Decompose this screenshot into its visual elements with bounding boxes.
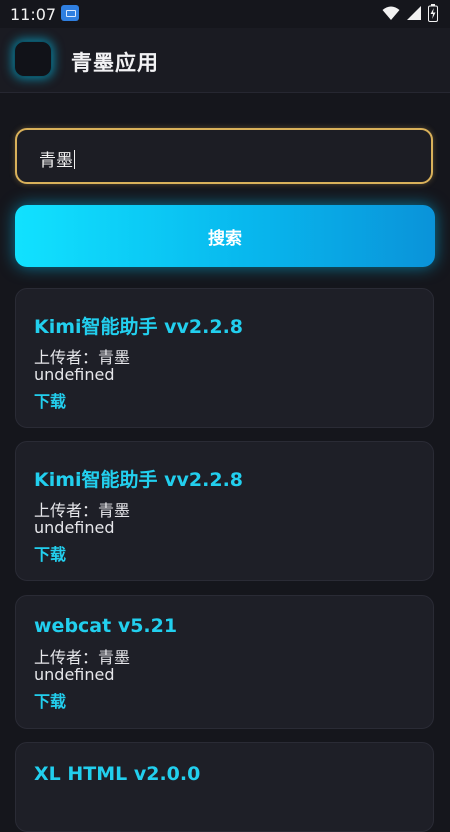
status-bar: 11:07 bbox=[0, 0, 450, 28]
notification-icon bbox=[61, 5, 79, 21]
result-title: Kimi智能助手 vv2.2.8 bbox=[34, 469, 244, 491]
text-caret bbox=[74, 150, 75, 169]
download-link[interactable]: 下载 bbox=[34, 688, 66, 712]
app-logo-icon bbox=[14, 41, 52, 77]
download-link[interactable]: 下载 bbox=[34, 388, 66, 412]
result-title: webcat v5.21 bbox=[34, 615, 178, 637]
app-bar: 青墨应用 bbox=[0, 28, 450, 93]
search-button[interactable]: 搜索 bbox=[15, 205, 435, 267]
battery-icon bbox=[428, 4, 438, 22]
search-button-label: 搜索 bbox=[208, 228, 242, 249]
download-link[interactable]: 下载 bbox=[34, 541, 66, 565]
result-description: undefined bbox=[34, 518, 115, 537]
result-description: undefined bbox=[34, 665, 115, 684]
result-title: XL HTML v2.0.0 bbox=[34, 763, 201, 785]
signal-icon bbox=[407, 6, 421, 20]
app-title: 青墨应用 bbox=[71, 51, 159, 75]
status-time: 11:07 bbox=[10, 5, 57, 24]
result-card: XL HTML v2.0.0 bbox=[15, 742, 434, 832]
search-input[interactable]: 青墨 bbox=[15, 128, 433, 184]
result-card: Kimi智能助手 vv2.2.8 上传者：青墨 undefined 下载 bbox=[15, 441, 434, 581]
search-input-value: 青墨 bbox=[39, 150, 75, 171]
status-icons bbox=[382, 4, 438, 22]
result-card: webcat v5.21 上传者：青墨 undefined 下载 bbox=[15, 595, 434, 729]
result-title: Kimi智能助手 vv2.2.8 bbox=[34, 316, 244, 338]
result-card: Kimi智能助手 vv2.2.8 上传者：青墨 undefined 下载 bbox=[15, 288, 434, 428]
result-description: undefined bbox=[34, 365, 115, 384]
wifi-icon bbox=[382, 6, 400, 20]
